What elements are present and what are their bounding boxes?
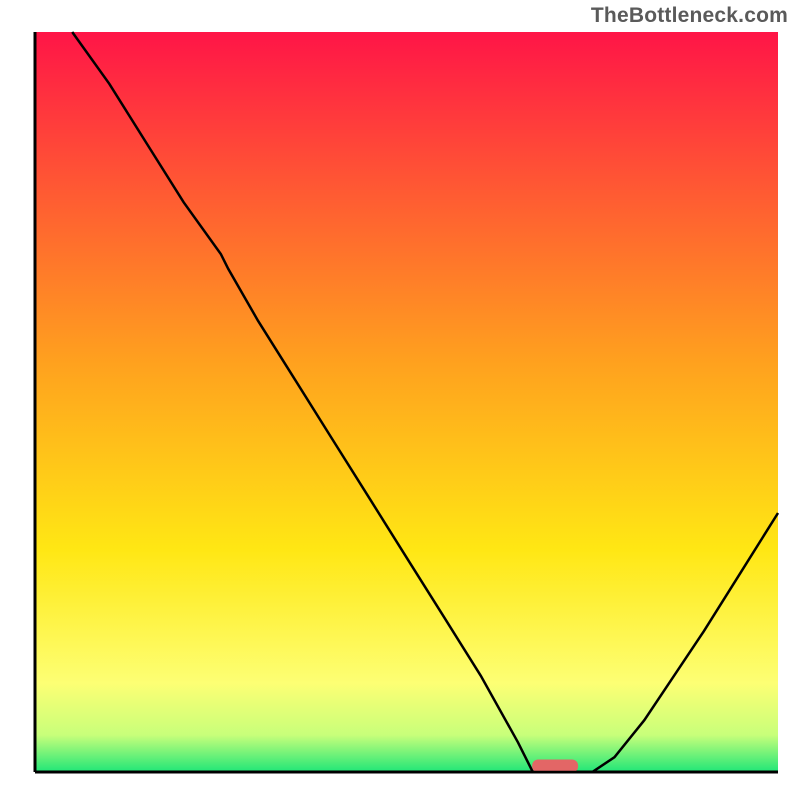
chart-canvas: TheBottleneck.com [0,0,800,800]
bottleneck-chart [0,0,800,800]
watermark-text: TheBottleneck.com [591,4,788,28]
current-position-marker [532,760,578,773]
